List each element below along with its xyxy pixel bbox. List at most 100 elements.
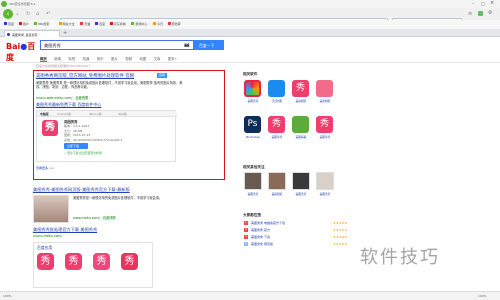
search-tab[interactable]: 文库 <box>154 56 161 61</box>
attention-thumb[interactable] <box>316 172 334 190</box>
maximize-button[interactable]: □ <box>481 1 489 6</box>
bookmark-item[interactable]: 百度 <box>95 22 105 26</box>
related-app-label[interactable]: 美图秀秀 <box>265 135 289 139</box>
home-icon[interactable]: ⌂ <box>36 11 39 17</box>
watermark-text: 软件技巧 <box>360 247 440 268</box>
bookmark-item[interactable]: 360搜索 <box>33 22 49 26</box>
hot-search-item[interactable]: 美图秀秀 网页版 <box>251 242 273 246</box>
attention-thumb[interactable] <box>268 172 286 190</box>
undo-icon[interactable]: ↶ <box>46 11 50 17</box>
bookmark-item[interactable]: 百度 <box>4 22 14 26</box>
baidu-app-box: 百度应用 秀 秀 秀 秀 <box>33 242 153 288</box>
search-button-label[interactable]: 百度一下 <box>199 43 214 49</box>
right-section-2-title: 相关其他关注 <box>243 165 265 169</box>
result-2-url[interactable]: www.meitu.com/ - 百度快照 <box>73 215 116 220</box>
result-main-desc: 美图秀秀 美图秀秀 是一款很好用的免费图片处理软件，不用学习就会用。美图秀秀 独… <box>36 81 183 90</box>
hot-search-item[interactable]: 美图秀秀 电脑版官方下载 <box>251 221 285 225</box>
card-date: 更新：2015-07-23 <box>64 133 91 137</box>
baidu-logo-text: Bai <box>6 42 21 51</box>
related-app-label[interactable]: Photoshop <box>241 135 265 139</box>
related-app-tile[interactable] <box>268 80 285 97</box>
search-tab[interactable]: 地图 <box>139 56 146 61</box>
search-query[interactable]: 美图秀秀 <box>44 43 61 49</box>
app-box-icon-4[interactable]: 秀 <box>121 253 138 270</box>
search-tab[interactable]: 图片 <box>111 56 118 61</box>
related-app-label[interactable]: 美图看看 <box>289 135 313 139</box>
close-button[interactable]: × <box>490 0 499 6</box>
attention-label[interactable]: 美颜相机 <box>265 192 289 196</box>
bookmark-item[interactable]: 用户 <box>18 22 29 26</box>
bookmark-label: 京东商城 <box>113 22 126 26</box>
minimize-button[interactable]: – <box>472 1 480 6</box>
related-app-tile[interactable]: 秀 <box>316 116 333 133</box>
related-app-label[interactable]: 美图秀秀 <box>313 135 337 139</box>
new-tab-button[interactable]: + <box>63 30 67 36</box>
result-main-sublink[interactable]: 美图秀秀最新免费下载 百度软件中心 <box>36 102 101 108</box>
tab-strip: 美图秀秀_百度搜索 + <box>0 29 500 37</box>
card-tab[interactable]: 电脑版 <box>40 112 49 116</box>
attention-label[interactable]: 美图秀秀 <box>289 192 313 196</box>
refresh-icon[interactable]: ↻ <box>26 11 30 17</box>
app-box-title[interactable]: 百度应用 <box>37 245 52 251</box>
related-app-tile[interactable] <box>292 116 309 133</box>
attention-label[interactable]: 美图秀秀 <box>241 192 265 196</box>
related-app-tile[interactable]: 秀 <box>292 80 309 97</box>
bookmark-label: 聚划算 <box>171 22 181 26</box>
search-tab[interactable]: 更多» <box>168 56 177 61</box>
result-main-title[interactable]: 美图秀秀网页版_官方网站_免费图片处理软件 官网 <box>36 73 134 79</box>
app-box-icon-2[interactable]: 秀 <box>65 253 82 270</box>
attention-thumb[interactable] <box>292 172 310 190</box>
bookmark-item[interactable]: 聚划算 <box>167 22 181 26</box>
settings-icon[interactable]: ⚙ <box>488 10 492 16</box>
search-tab[interactable]: 音乐 <box>97 56 104 61</box>
extension-icon[interactable] <box>478 11 483 16</box>
search-tab[interactable]: 贴吧 <box>68 56 75 61</box>
attention-thumb[interactable] <box>244 172 262 190</box>
card-tab[interactable]: Android版 <box>57 112 71 116</box>
bookmark-item[interactable]: 今日 <box>153 22 163 26</box>
bookmark-item[interactable]: 游戏中心 <box>131 22 147 26</box>
forward-icon[interactable]: › <box>16 11 18 18</box>
result-main-url[interactable]: xiuxiu.web.meitu.com/ - 百度快照 <box>36 95 88 100</box>
related-app-label[interactable]: 美图秀秀 <box>241 99 265 103</box>
related-app-label[interactable]: 美颜相机 <box>289 99 313 103</box>
baidu-search-input[interactable]: 美图秀秀 📷 <box>40 40 194 50</box>
bookmark-item[interactable]: 网址大全 <box>58 22 75 26</box>
card-footer-link[interactable]: 查看更多 >> <box>36 166 54 170</box>
card-tab[interactable]: iPad版 <box>118 112 127 116</box>
bookmark-item[interactable]: 京东商城 <box>109 22 126 26</box>
search-tab[interactable]: 视频 <box>125 56 132 61</box>
back-icon[interactable]: ‹ <box>3 9 13 19</box>
result-3-url[interactable]: xiuxiu.meitu.com/ <box>33 234 62 238</box>
app-box-icon-3[interactable]: 秀 <box>93 253 110 270</box>
attention-label[interactable]: 美图秀秀 <box>313 192 337 196</box>
related-app-tile[interactable] <box>316 80 333 97</box>
bookmark-favicon-icon <box>153 22 156 25</box>
bookmark-favicon-icon <box>167 22 171 25</box>
menu-icon[interactable]: ≡ <box>468 11 472 17</box>
download-label[interactable]: 立即下载 <box>67 144 79 148</box>
result-2-title[interactable]: 美图秀秀-美图秀秀网页版-美图秀秀官方下载-最新版 <box>33 187 130 193</box>
browser-logo-icon <box>1 1 7 7</box>
window-title: 360安全浏览器 8.1 <box>9 2 36 6</box>
baidu-logo[interactable]: Bai●百度 <box>6 41 36 62</box>
hot-search-item[interactable]: 美图秀秀 下载 <box>251 235 270 239</box>
related-app-tile[interactable]: Ps <box>244 116 261 133</box>
zoom-level[interactable]: 100% <box>478 294 487 298</box>
related-app-label[interactable]: 美妆相机 <box>313 99 337 103</box>
card-download-button[interactable]: 立即下载 <box>64 143 88 149</box>
bookmark-favicon-icon <box>4 22 7 25</box>
card-tab[interactable]: iPhone版 <box>89 112 102 116</box>
hot-search-item[interactable]: 美图秀秀 官方 <box>251 228 270 232</box>
baidu-search-button[interactable]: 百度一下 <box>194 40 224 50</box>
related-app-label[interactable]: 天天P图 <box>265 99 289 103</box>
active-tab[interactable]: 美图秀秀_百度搜索 <box>4 30 60 37</box>
result-3-title[interactable]: 美图秀秀批处理官方下载 美图秀秀 <box>33 227 97 233</box>
bookmark-item[interactable]: 天猫 <box>80 22 90 26</box>
app-box-icon-1[interactable]: 秀 <box>37 253 54 270</box>
search-tab[interactable]: 新闻 <box>54 56 61 61</box>
related-app-tile[interactable] <box>244 80 261 97</box>
search-tab[interactable]: 知道 <box>83 56 90 61</box>
related-app-tile[interactable]: 秀 <box>268 116 285 133</box>
camera-icon[interactable]: 📷 <box>184 43 190 48</box>
